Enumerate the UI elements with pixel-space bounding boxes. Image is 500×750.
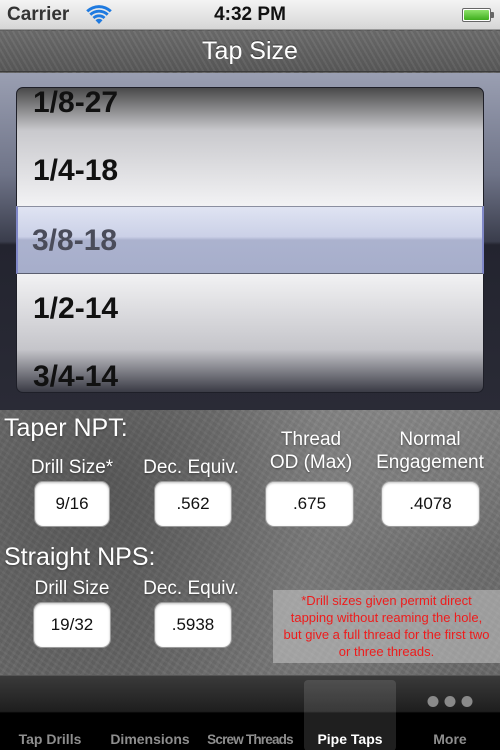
- nps-dec-equiv-value: .5938: [154, 602, 232, 648]
- drill-size-footnote: *Drill sizes given permit direct tapping…: [273, 590, 500, 663]
- page-title: Tap Size: [202, 37, 298, 65]
- picker-selected-row[interactable]: 3/8-18: [32, 224, 117, 258]
- taper-npt-title: Taper NPT:: [4, 414, 128, 442]
- picker-row[interactable]: 1/2-14: [33, 292, 118, 326]
- taper-dec-equiv-value: .562: [154, 481, 232, 527]
- thread-od-label-line1: Thread: [280, 429, 342, 450]
- thread-od-value: .675: [265, 481, 354, 527]
- tab-label: Tap Drills: [18, 731, 82, 747]
- tab-dimensions[interactable]: Dimensions: [100, 676, 200, 750]
- dec-equiv-label: Dec. Equiv.: [143, 457, 239, 478]
- dot: [427, 696, 439, 707]
- dot: [444, 696, 456, 707]
- thread-od-label: Thread OD (Max): [256, 428, 366, 474]
- picker-row[interactable]: 3/4-14: [33, 360, 118, 392]
- battery-tip: [491, 12, 494, 18]
- tab-label: Pipe Taps: [317, 731, 383, 747]
- thread-od-label-line2: OD (Max): [269, 452, 353, 473]
- nps-dec-equiv-label: Dec. Equiv.: [143, 578, 239, 599]
- taper-drill-size-value: 9/16: [34, 481, 110, 527]
- tab-more[interactable]: More: [400, 676, 500, 750]
- normal-engagement-value: .4078: [381, 481, 480, 527]
- footnote-line: *Drill sizes given permit direct: [301, 593, 472, 608]
- tab-label: Screw Threads: [207, 732, 293, 747]
- tab-pipe-taps[interactable]: Pipe Taps: [304, 680, 396, 750]
- battery-level: [464, 10, 489, 20]
- dot: [461, 696, 473, 707]
- battery-icon: [462, 8, 494, 22]
- footnote-line: or three threads.: [338, 644, 435, 659]
- normal-engagement-label-line1: Normal: [399, 429, 461, 450]
- nps-drill-size-value: 19/32: [33, 602, 111, 648]
- tab-screw-threads[interactable]: Screw Threads: [200, 676, 300, 750]
- picker-selection-indicator[interactable]: 3/8-18: [16, 206, 484, 274]
- tab-bar: Tap Drills Dimensions Screw Threads Pipe…: [0, 675, 500, 750]
- navigation-bar: Tap Size: [0, 31, 500, 72]
- footnote-line: but give a full thread for the first two: [283, 627, 490, 642]
- picker-row[interactable]: 1/8-27: [33, 88, 118, 120]
- normal-engagement-label-line2: Engagement: [376, 452, 484, 473]
- picker-row[interactable]: 1/4-18: [33, 154, 118, 188]
- tab-label: Dimensions: [110, 731, 190, 747]
- drill-size-label: Drill Size*: [30, 457, 114, 478]
- tab-tap-drills[interactable]: Tap Drills: [0, 676, 100, 750]
- nps-drill-size-label: Drill Size: [34, 578, 110, 599]
- tab-label: More: [433, 731, 467, 747]
- footnote-line: tapping without reaming the hole,: [290, 610, 483, 625]
- clock: 4:32 PM: [214, 4, 286, 25]
- more-dots-icon: [427, 696, 473, 707]
- straight-nps-title: Straight NPS:: [4, 543, 156, 571]
- normal-engagement-label: Normal Engagement: [364, 428, 496, 474]
- status-bar: Carrier 4:32 PM: [0, 0, 500, 30]
